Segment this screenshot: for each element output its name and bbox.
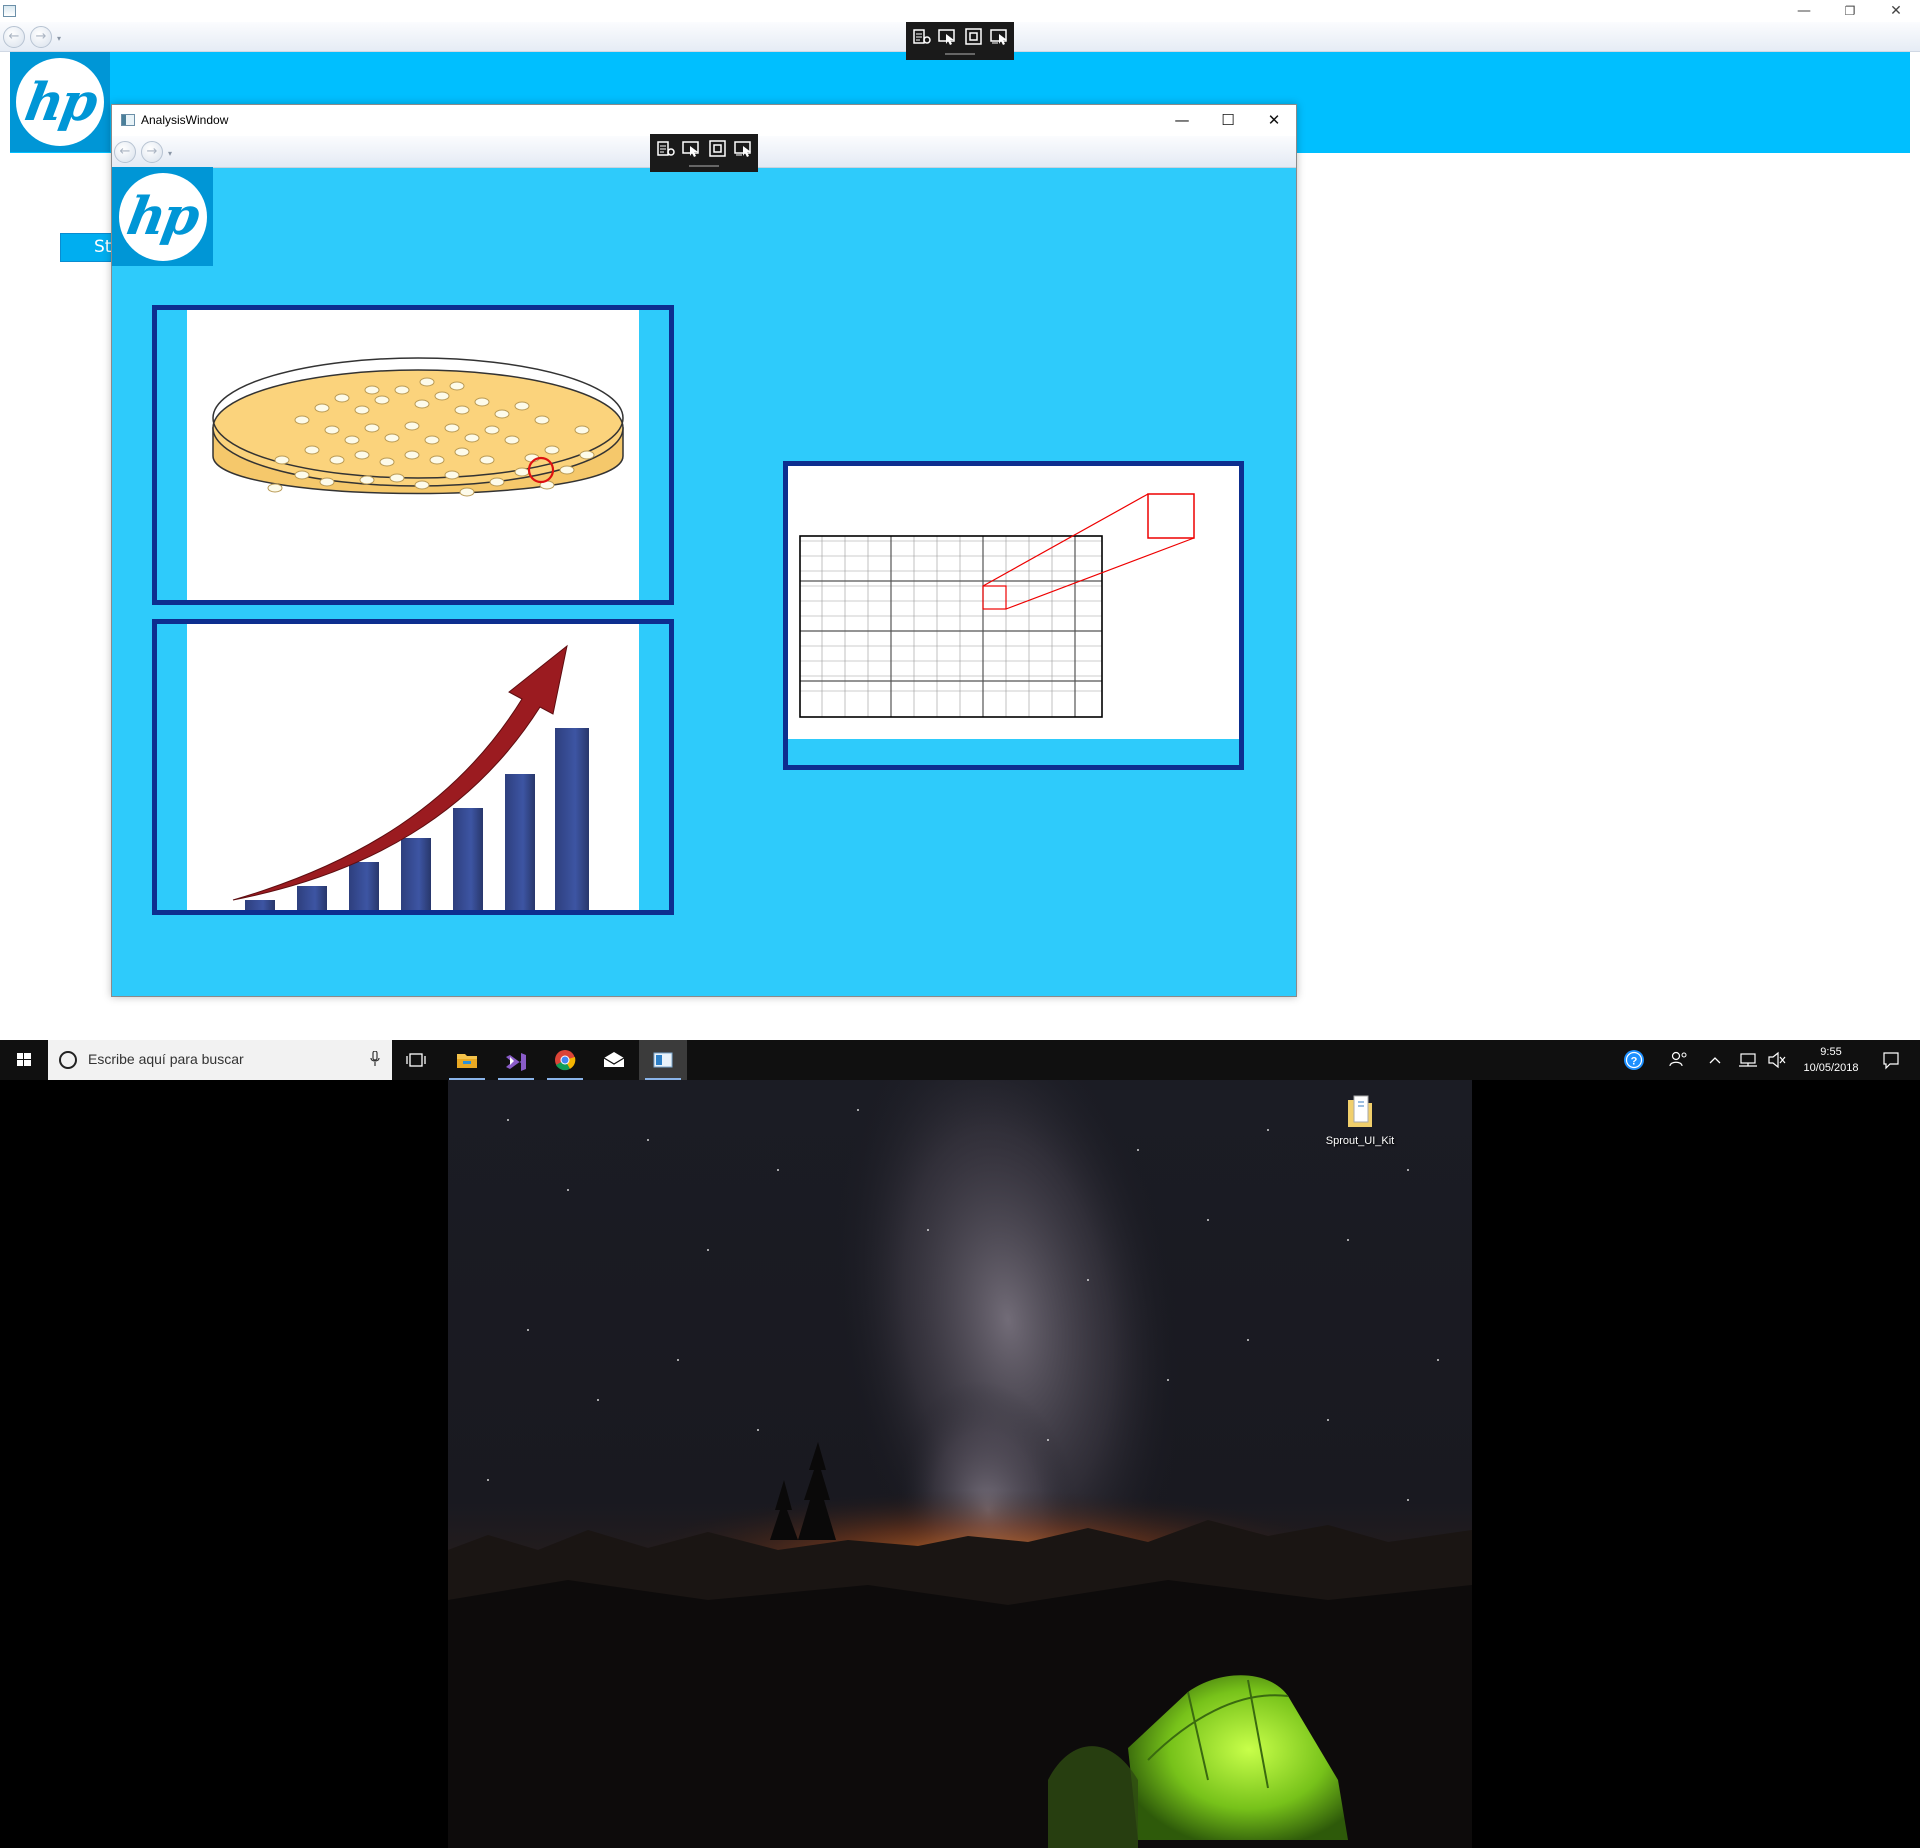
- growth-chart-panel[interactable]: [152, 619, 674, 915]
- back-arrow-icon[interactable]: ←: [114, 141, 136, 163]
- clock[interactable]: 9:55 10/05/2018: [1790, 1044, 1872, 1076]
- maximize-button[interactable]: ☐: [1205, 105, 1251, 136]
- display-layout-adorners-icon[interactable]: [708, 140, 728, 158]
- visual-studio-icon[interactable]: [492, 1040, 540, 1080]
- select-visual-tree-icon[interactable]: [656, 140, 676, 158]
- mail-icon[interactable]: [590, 1040, 638, 1080]
- window-icon: [121, 114, 135, 126]
- network-icon[interactable]: [1736, 1040, 1760, 1080]
- hp-logo: hp: [10, 52, 110, 152]
- taskbar: Escribe aquí para buscar ? 9:55 10/05/20…: [0, 1040, 1920, 1080]
- minimize-button[interactable]: —: [1781, 0, 1827, 22]
- search-box[interactable]: Escribe aquí para buscar: [48, 1040, 392, 1080]
- svg-text:?: ?: [1631, 1056, 1638, 1068]
- folder-file-icon: [1348, 1095, 1372, 1127]
- help-icon[interactable]: ?: [1620, 1040, 1650, 1080]
- start-button[interactable]: St: [60, 233, 116, 262]
- clock-time: 9:55: [1820, 1046, 1842, 1058]
- forward-arrow-icon[interactable]: →: [30, 26, 52, 48]
- back-arrow-icon[interactable]: ←: [3, 26, 25, 48]
- grid-zoom-image: [799, 493, 1195, 718]
- analysis-window: AnalysisWindow — ☐ ✕ ← → ▾ hp: [111, 104, 1297, 997]
- desktop-shortcut-sprout-ui-kit[interactable]: Sprout_UI_Kit: [1320, 1092, 1400, 1147]
- desktop-icon-label: Sprout_UI_Kit: [1325, 1135, 1395, 1147]
- panel-side-bar: [639, 310, 669, 600]
- forward-arrow-icon[interactable]: →: [141, 141, 163, 163]
- close-button[interactable]: ✕: [1251, 105, 1297, 136]
- close-button[interactable]: ✕: [1873, 0, 1919, 22]
- minimize-button[interactable]: —: [1159, 105, 1205, 136]
- chrome-icon[interactable]: [541, 1040, 589, 1080]
- app-icon: [3, 5, 16, 17]
- track-focused-element-icon[interactable]: [990, 28, 1010, 46]
- restore-button[interactable]: ❐: [1827, 0, 1873, 22]
- hp-logo-text: hp: [20, 71, 100, 133]
- windows-start-icon[interactable]: [0, 1040, 48, 1080]
- notifications-icon[interactable]: [1876, 1040, 1906, 1080]
- toolbar-grip[interactable]: [945, 53, 975, 55]
- debug-toolbar: [906, 22, 1014, 60]
- main-window-titlebar[interactable]: — ❐ ✕: [0, 0, 1920, 22]
- screen: — ❐ ✕ ← → ▾ hp St AnalysisWindow — ☐ ✕ ←…: [0, 0, 1920, 1848]
- night-sky-wallpaper: [448, 1080, 1472, 1848]
- history-dropdown-icon[interactable]: ▾: [57, 35, 65, 43]
- petri-dish-panel[interactable]: [152, 305, 674, 605]
- bar-chart-arrow-image: [232, 644, 589, 910]
- display-layout-adorners-icon[interactable]: [964, 28, 984, 46]
- select-element-icon[interactable]: [938, 28, 958, 46]
- panel-bottom-bar: [788, 739, 1239, 765]
- search-placeholder: Escribe aquí para buscar: [88, 1051, 244, 1067]
- hp-logo: hp: [112, 167, 213, 266]
- volume-muted-icon[interactable]: [1766, 1040, 1788, 1080]
- track-focused-element-icon[interactable]: [734, 140, 754, 158]
- panel-side-bar: [157, 310, 187, 600]
- toolbar-grip[interactable]: [689, 165, 719, 167]
- chevron-up-icon[interactable]: [1704, 1040, 1726, 1080]
- people-icon[interactable]: [1664, 1040, 1692, 1080]
- history-dropdown-icon[interactable]: ▾: [168, 150, 176, 158]
- file-explorer-icon[interactable]: [443, 1040, 491, 1080]
- debug-toolbar: [650, 134, 758, 172]
- sprout-app-icon[interactable]: [639, 1040, 687, 1080]
- cortana-icon: [59, 1051, 77, 1069]
- select-element-icon[interactable]: [682, 140, 702, 158]
- task-view-icon[interactable]: [392, 1040, 440, 1080]
- analysis-window-titlebar[interactable]: AnalysisWindow — ☐ ✕: [112, 105, 1296, 136]
- desktop: Sprout_UI_Kit: [0, 1080, 1920, 1848]
- window-title: AnalysisWindow: [141, 113, 229, 127]
- microphone-icon[interactable]: [370, 1051, 380, 1067]
- petri-dish-image: [212, 357, 624, 497]
- hp-logo-text: hp: [123, 186, 202, 247]
- grid-zoom-panel[interactable]: [783, 461, 1244, 770]
- select-visual-tree-icon[interactable]: [912, 28, 932, 46]
- panel-side-bar: [639, 624, 669, 910]
- clock-date: 10/05/2018: [1803, 1062, 1859, 1074]
- panel-side-bar: [157, 624, 187, 910]
